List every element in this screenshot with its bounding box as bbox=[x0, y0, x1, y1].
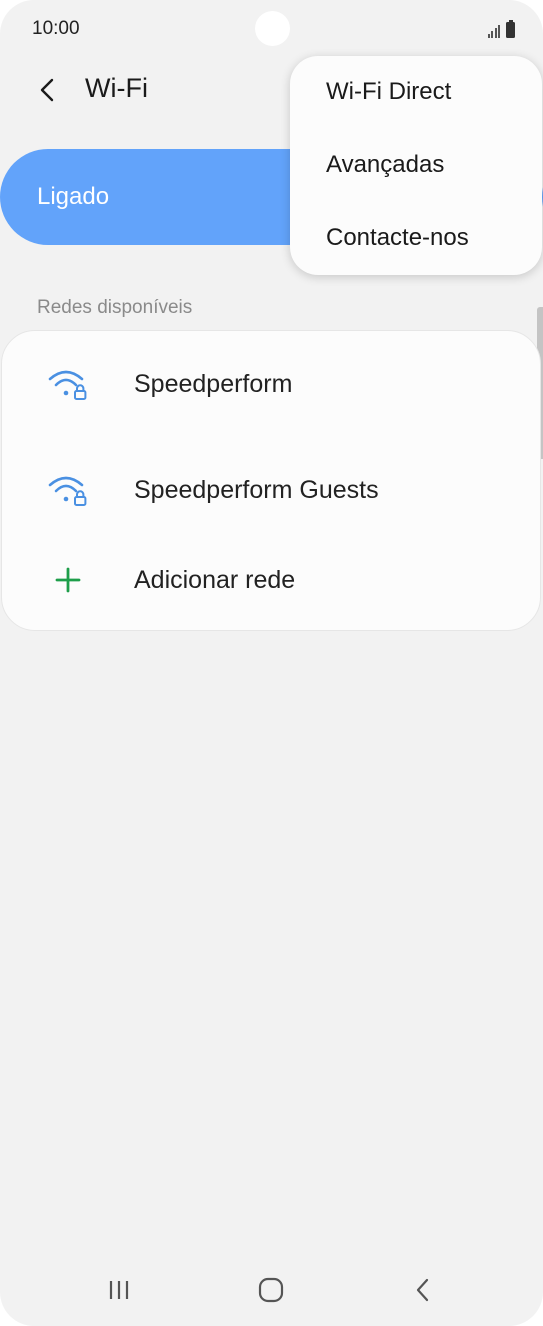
home-icon bbox=[258, 1277, 284, 1303]
status-bar: 10:00 bbox=[0, 0, 543, 58]
networks-list: Speedperform Speedperform Guests Adicion… bbox=[1, 330, 541, 631]
add-network-label: Adicionar rede bbox=[134, 566, 296, 594]
wifi-settings-screen: 10:00 Wi-Fi Ligado Redes disponíveis Spe… bbox=[0, 0, 543, 1326]
camera-cutout bbox=[255, 11, 290, 46]
back-arrow-icon bbox=[40, 78, 54, 102]
plus-icon bbox=[55, 567, 81, 593]
status-icons bbox=[487, 18, 515, 38]
menu-item-label: Contacte-nos bbox=[326, 224, 469, 251]
page-title: Wi-Fi bbox=[85, 73, 148, 103]
master-toggle-label: Ligado bbox=[37, 183, 110, 210]
nav-back-button[interactable] bbox=[393, 1270, 453, 1310]
menu-item-label: Wi-Fi Direct bbox=[326, 78, 452, 105]
recents-icon bbox=[109, 1281, 129, 1299]
overflow-menu: Wi-Fi Direct Avançadas Contacte-nos bbox=[290, 56, 542, 275]
signal-icon bbox=[487, 24, 500, 38]
network-name: Speedperform bbox=[134, 370, 293, 398]
network-item-speedperform-guests[interactable]: Speedperform Guests bbox=[2, 451, 542, 531]
network-name: Speedperform Guests bbox=[134, 476, 379, 504]
recents-button[interactable] bbox=[89, 1270, 149, 1310]
wifi-locked-icon bbox=[48, 370, 87, 400]
menu-item-wifi-direct[interactable]: Wi-Fi Direct bbox=[290, 56, 542, 129]
menu-item-contact-us[interactable]: Contacte-nos bbox=[290, 202, 542, 275]
network-item-speedperform[interactable]: Speedperform bbox=[2, 345, 542, 425]
back-button[interactable] bbox=[28, 70, 68, 110]
navigation-bar bbox=[0, 1258, 543, 1326]
status-time: 10:00 bbox=[32, 18, 80, 39]
menu-item-advanced[interactable]: Avançadas bbox=[290, 129, 542, 202]
back-icon bbox=[416, 1278, 429, 1302]
battery-icon bbox=[506, 20, 515, 38]
available-networks-header: Redes disponíveis bbox=[37, 297, 193, 318]
home-button[interactable] bbox=[241, 1270, 301, 1310]
menu-item-label: Avançadas bbox=[326, 151, 445, 178]
wifi-locked-icon bbox=[48, 476, 87, 506]
add-network-button[interactable]: Adicionar rede bbox=[2, 541, 542, 621]
